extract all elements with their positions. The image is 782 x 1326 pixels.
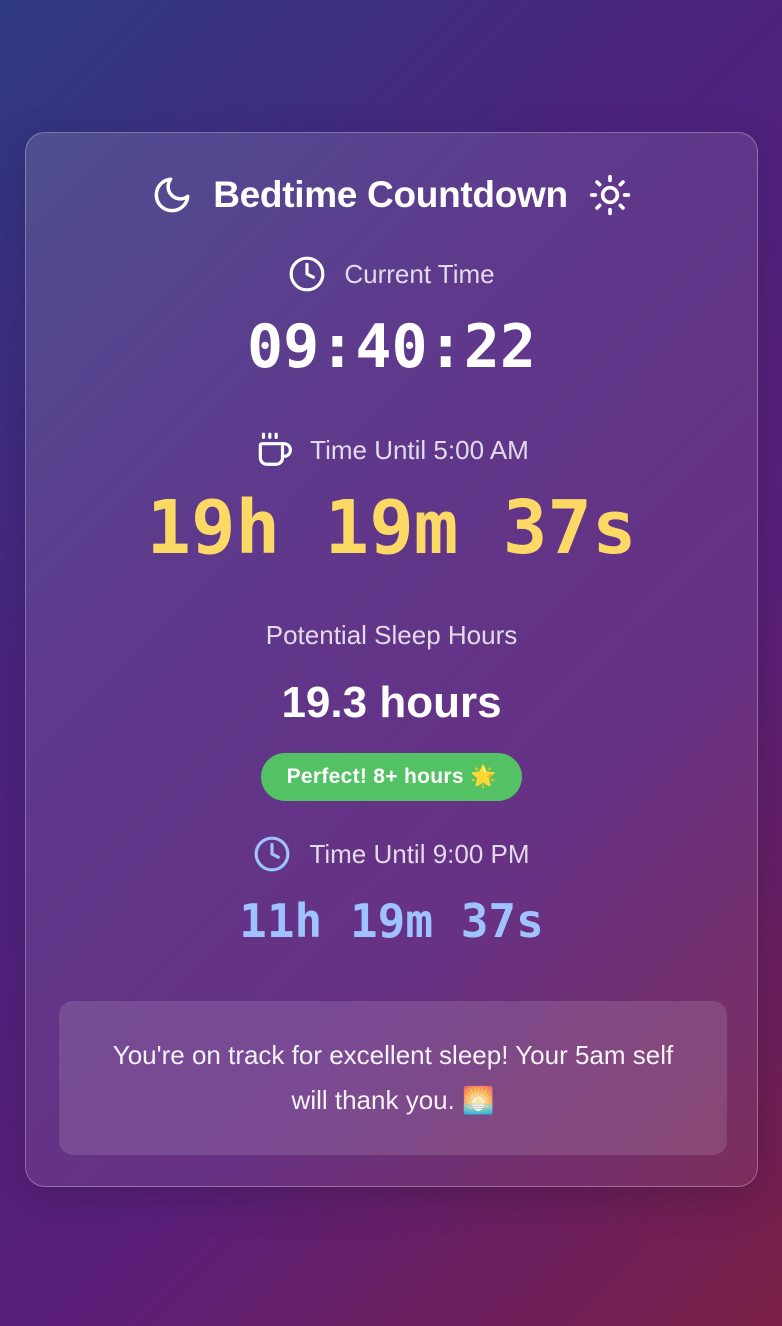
bedtime-label-row: Time Until 9:00 PM <box>26 833 757 875</box>
countdown-card: Bedtime Countdown Current Time 09:40:22 … <box>25 132 758 1187</box>
badge-row: Perfect! 8+ hours 🌟 <box>26 753 757 801</box>
current-time-value: 09:40:22 <box>247 312 536 382</box>
wake-label-row: Time Until 5:00 AM <box>26 429 757 471</box>
sleep-label: Potential Sleep Hours <box>265 619 518 650</box>
sleep-hours-value: 19.3 hours <box>281 678 502 727</box>
current-time-label: Current Time <box>344 258 495 289</box>
bedtime-label: Time Until 9:00 PM <box>309 838 530 869</box>
current-time-label-row: Current Time <box>26 253 757 295</box>
clock-icon <box>288 255 326 293</box>
wake-label: Time Until 5:00 AM <box>310 434 529 465</box>
wake-countdown-value: 19h 19m 37s <box>146 485 637 571</box>
sleep-label-row: Potential Sleep Hours <box>26 615 757 655</box>
sun-icon <box>588 173 632 217</box>
bedtime-countdown-value: 11h 19m 37s <box>239 894 544 948</box>
page-title: Bedtime Countdown <box>213 174 568 215</box>
header: Bedtime Countdown <box>26 171 757 219</box>
clock-icon <box>253 835 291 873</box>
encouragement-box: You're on track for excellent sleep! You… <box>59 1001 727 1155</box>
status-badge: Perfect! 8+ hours 🌟 <box>260 753 523 801</box>
moon-icon <box>151 174 193 216</box>
encouragement-text: You're on track for excellent sleep! You… <box>112 1040 674 1115</box>
coffee-cup-icon <box>254 431 293 469</box>
